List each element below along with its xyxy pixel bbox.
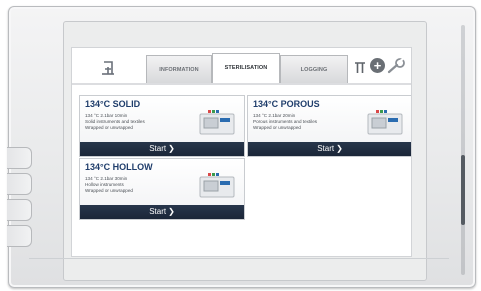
filter-icon[interactable] <box>354 61 366 75</box>
start-label: Start <box>149 207 167 216</box>
chevron-right-icon: ❯ <box>336 144 343 153</box>
tab-sterilisation[interactable]: STERILISATION <box>212 53 280 85</box>
program-specs: 134 °C 2.1bar 10min <box>85 113 128 118</box>
autoclave-icon <box>199 110 235 135</box>
program-specs: 134 °C 2.1bar 20min <box>253 113 296 118</box>
side-grip <box>7 147 33 247</box>
program-card-porous: 134°C POROUS 134 °C 2.1bar 20min Porous … <box>247 95 411 157</box>
program-card-hollow: 134°C HOLLOW 134 °C 2.1bar 30min Hollow … <box>79 158 245 220</box>
program-specs: 134 °C 2.1bar 30min <box>85 176 128 181</box>
chevron-right-icon: ❯ <box>168 144 175 153</box>
program-wrapping: Wrapped or unwrapped <box>85 125 133 130</box>
bezel-bottom-edge <box>29 258 449 281</box>
tab-information[interactable]: INFORMATION <box>146 55 212 84</box>
tab-underline <box>72 83 411 85</box>
grip-ridge <box>7 225 32 247</box>
program-description: Porous instruments and textiles <box>253 119 318 124</box>
program-wrapping: Wrapped or unwrapped <box>253 125 301 130</box>
filter-icon-graphic <box>355 62 365 73</box>
grip-ridge <box>7 173 32 195</box>
wrench-icon-graphic <box>387 58 405 74</box>
top-bar: INFORMATION STERILISATION LOGGING + <box>72 48 411 88</box>
start-label: Start <box>317 144 335 153</box>
exit-door-icon-graphic <box>102 61 114 75</box>
program-wrapping: Wrapped or unwrapped <box>85 188 133 193</box>
start-button[interactable]: Start ❯ <box>80 205 244 219</box>
wrench-icon[interactable] <box>386 58 406 74</box>
tab-logging[interactable]: LOGGING <box>280 55 348 84</box>
plus-circle-icon[interactable]: + <box>370 58 385 73</box>
start-label: Start <box>149 144 167 153</box>
autoclave-image <box>198 108 238 136</box>
rail-slot <box>461 155 465 225</box>
program-title: 134°C HOLLOW <box>85 162 153 172</box>
program-card-solid: 134°C SOLID 134 °C 2.1bar 10min Solid in… <box>79 95 245 157</box>
side-rail <box>461 25 465 275</box>
program-description: Solid instruments and textiles <box>85 119 145 124</box>
autoclave-icon <box>199 173 235 198</box>
program-title: 134°C POROUS <box>253 99 320 109</box>
touch-screen: INFORMATION STERILISATION LOGGING + 134°… <box>71 47 412 257</box>
autoclave-image <box>366 108 406 136</box>
chevron-right-icon: ❯ <box>168 207 175 216</box>
start-button[interactable]: Start ❯ <box>80 142 244 156</box>
program-title: 134°C SOLID <box>85 99 141 109</box>
program-description: Hollow instruments <box>85 182 124 187</box>
autoclave-icon <box>367 110 403 135</box>
autoclave-image <box>198 171 238 199</box>
exit-door-icon[interactable] <box>98 58 118 78</box>
grip-ridge <box>7 199 32 221</box>
grip-ridge <box>7 147 32 169</box>
start-button[interactable]: Start ❯ <box>248 142 411 156</box>
